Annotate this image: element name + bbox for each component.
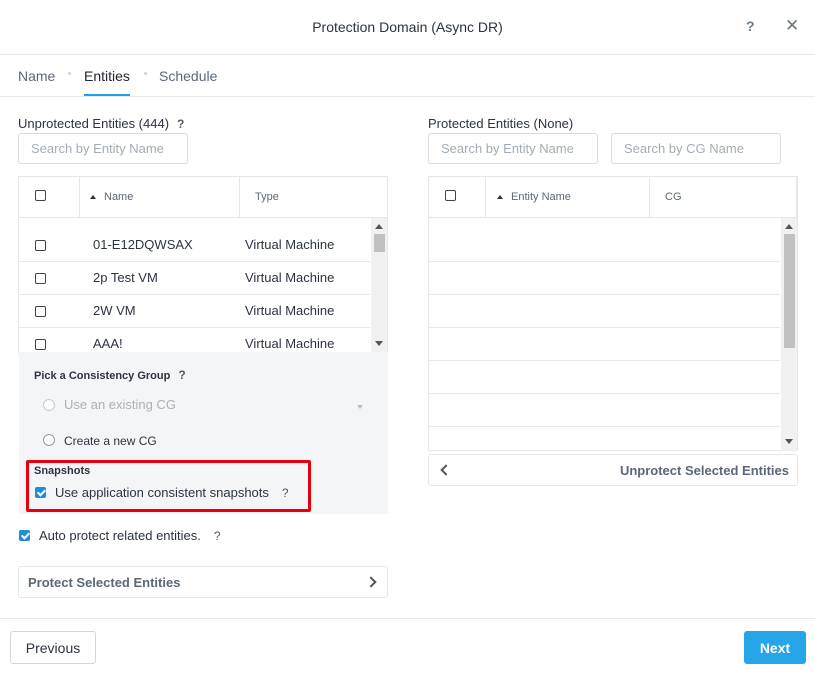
entity-type: Virtual Machine: [245, 336, 335, 351]
empty-row: [429, 394, 780, 427]
use-existing-cg-label: Use an existing CG: [64, 397, 176, 412]
tab-name[interactable]: Name: [18, 68, 55, 84]
chevron-left-icon: [440, 464, 452, 476]
sort-ascending-icon[interactable]: [90, 195, 96, 199]
row-checkbox[interactable]: [35, 240, 46, 251]
help-icon[interactable]: ?: [178, 368, 185, 382]
empty-row: [429, 361, 780, 394]
unprotect-selected-entities-label: Unprotect Selected Entities: [619, 463, 789, 478]
close-icon[interactable]: ✕: [785, 16, 799, 36]
active-tab-indicator: [84, 94, 130, 96]
unprotected-search-input[interactable]: [18, 133, 188, 164]
create-new-cg-label: Create a new CG: [64, 434, 157, 448]
sort-ascending-icon[interactable]: [497, 195, 503, 199]
column-divider: [239, 177, 240, 217]
entity-type: Virtual Machine: [245, 237, 335, 252]
scroll-down-icon[interactable]: [375, 341, 383, 346]
entity-name: 2W VM: [93, 303, 136, 318]
table-row[interactable]: 2p Test VM Virtual Machine: [19, 262, 370, 295]
column-divider: [79, 177, 80, 217]
table-header: Name Type: [19, 177, 387, 218]
tab-entities[interactable]: Entities: [84, 68, 130, 84]
empty-row: [429, 229, 780, 262]
help-icon[interactable]: ?: [177, 117, 184, 131]
row-checkbox[interactable]: [35, 339, 46, 350]
empty-row: [429, 295, 780, 328]
protected-entities-title: Protected Entities (None): [428, 116, 574, 131]
scroll-thumb[interactable]: [374, 234, 385, 252]
scroll-up-icon[interactable]: [785, 224, 793, 229]
consistency-group-title: Pick a Consistency Group?: [34, 368, 186, 382]
column-header-name[interactable]: Name: [104, 191, 133, 203]
tab-separator: [144, 72, 147, 75]
consistency-group-label: Pick a Consistency Group: [34, 370, 171, 382]
tab-schedule[interactable]: Schedule: [159, 68, 217, 84]
table-row[interactable]: AAA! Virtual Machine: [19, 328, 370, 352]
dialog-header: Protection Domain (Async DR) ? ✕: [0, 0, 815, 55]
scroll-down-icon[interactable]: [785, 439, 793, 444]
unprotected-scrollbar[interactable]: [371, 218, 387, 353]
chevron-down-icon[interactable]: [357, 405, 363, 409]
empty-row: [429, 328, 780, 361]
dialog-title: Protection Domain (Async DR): [312, 19, 503, 35]
table-row[interactable]: 01-E12DQWSAX Virtual Machine: [19, 229, 370, 262]
previous-button[interactable]: Previous: [10, 631, 96, 664]
auto-protect-label: Auto protect related entities.: [39, 528, 201, 543]
snapshots-title: Snapshots: [34, 465, 91, 477]
create-new-cg-radio[interactable]: [43, 434, 55, 446]
protect-selected-entities-label: Protect Selected Entities: [28, 575, 181, 590]
column-divider: [649, 177, 650, 217]
table-header: Entity Name CG: [429, 177, 797, 218]
dialog-footer: Previous Next: [0, 618, 815, 673]
entity-name: AAA!: [93, 336, 123, 351]
entity-type: Virtual Machine: [245, 303, 335, 318]
unprotect-selected-entities-button[interactable]: Unprotect Selected Entities: [428, 454, 798, 486]
select-all-checkbox[interactable]: [35, 190, 46, 201]
select-all-checkbox[interactable]: [445, 190, 456, 201]
wizard-tabs: Name Entities Schedule: [0, 55, 815, 97]
use-existing-cg-radio[interactable]: [43, 399, 55, 411]
row-checkbox[interactable]: [35, 306, 46, 317]
unprotected-entities-table: Name Type 01-E12DQWSAX Virtual Machine 2…: [18, 176, 388, 353]
protected-entity-search-input[interactable]: [428, 133, 598, 164]
empty-row: [429, 262, 780, 295]
column-header-cg[interactable]: CG: [665, 191, 682, 203]
next-button[interactable]: Next: [744, 631, 806, 664]
chevron-right-icon: [365, 576, 377, 588]
tab-separator: [68, 72, 71, 75]
empty-row: [429, 427, 780, 451]
table-row[interactable]: 2W VM Virtual Machine: [19, 295, 370, 328]
app-consistent-snapshots-label: Use application consistent snapshots: [55, 485, 269, 500]
unprotected-entities-label: Unprotected Entities (444): [18, 116, 170, 131]
unprotected-entities-title: Unprotected Entities (444)?: [18, 116, 184, 131]
row-checkbox[interactable]: [35, 273, 46, 284]
help-icon[interactable]: ?: [282, 486, 289, 500]
column-header-entity-name[interactable]: Entity Name: [511, 191, 571, 203]
app-consistent-snapshots-row: Use application consistent snapshots?: [55, 485, 289, 500]
entity-name: 2p Test VM: [93, 270, 158, 285]
entity-name: 01-E12DQWSAX: [93, 237, 193, 252]
help-icon[interactable]: ?: [214, 529, 221, 543]
protect-selected-entities-button[interactable]: Protect Selected Entities: [18, 566, 388, 598]
scroll-thumb[interactable]: [784, 234, 795, 348]
column-divider: [796, 177, 797, 217]
column-header-type[interactable]: Type: [255, 191, 279, 203]
protected-cg-search-input[interactable]: [611, 133, 781, 164]
scroll-up-icon[interactable]: [375, 224, 383, 229]
auto-protect-checkbox[interactable]: [19, 530, 30, 541]
protected-entities-table: Entity Name CG: [428, 176, 798, 451]
entity-type: Virtual Machine: [245, 270, 335, 285]
column-divider: [485, 177, 486, 217]
auto-protect-row: Auto protect related entities.?: [39, 528, 221, 543]
app-consistent-snapshots-checkbox[interactable]: [35, 487, 46, 498]
protected-scrollbar[interactable]: [781, 218, 797, 451]
help-icon[interactable]: ?: [746, 18, 755, 34]
